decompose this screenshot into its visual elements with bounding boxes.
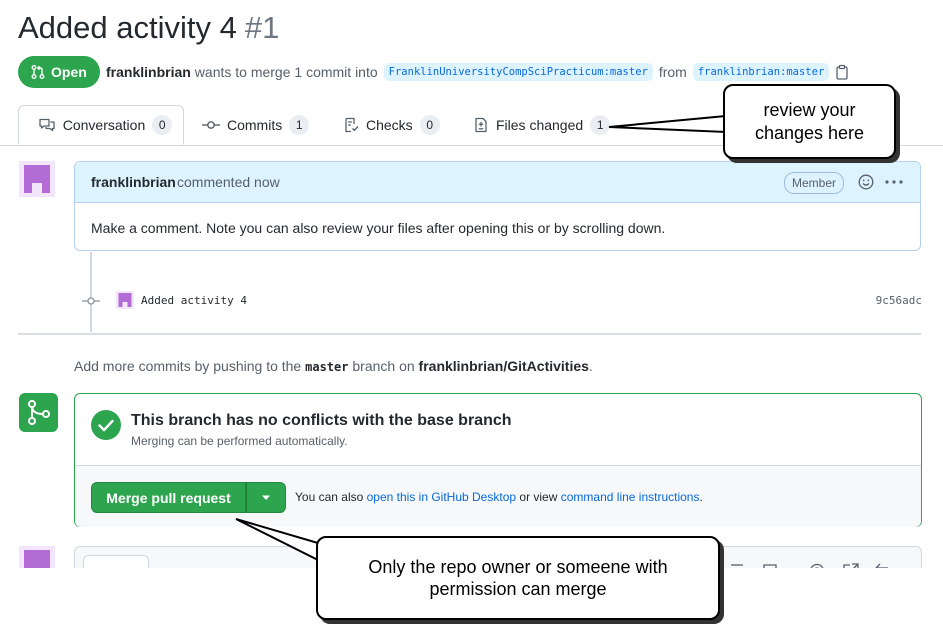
merge-pull-request-button[interactable]: Merge pull request xyxy=(91,482,246,513)
commit-avatar[interactable] xyxy=(116,291,134,309)
comment-timestamp: commented now xyxy=(177,174,280,190)
hint-branch: master xyxy=(305,360,349,374)
command-line-instructions-link[interactable]: command line instructions xyxy=(561,490,700,504)
pull-request-icon xyxy=(30,64,46,80)
git-commit-icon xyxy=(82,293,100,309)
tab-files-changed-count: 1 xyxy=(590,115,611,135)
tab-files-changed[interactable]: Files changed 1 xyxy=(473,105,611,145)
callout-merge-permission: Only the repo owner or someene with perm… xyxy=(316,536,720,620)
commit-sha[interactable]: 9c56adc xyxy=(876,294,922,307)
hint-suffix: . xyxy=(588,358,593,374)
comment-header: franklinbrian commented now Member xyxy=(75,162,920,203)
comment-author[interactable]: franklinbrian xyxy=(91,174,176,190)
commit-row: Added activity 4 9c56adc xyxy=(82,290,922,312)
avatar[interactable] xyxy=(19,161,55,197)
pr-number: #1 xyxy=(244,10,280,45)
hint-middle: branch on xyxy=(352,358,415,374)
callout-review-changes: review your changes here xyxy=(723,84,896,159)
comment-card: franklinbrian commented now Member Make … xyxy=(74,161,921,251)
merge-status-subtitle: Merging can be performed automatically. xyxy=(131,434,348,448)
commit-message[interactable]: Added activity 4 xyxy=(141,294,247,307)
pr-state-badge: Open xyxy=(18,56,100,88)
merge-alternatives: You can also open this in GitHub Desktop… xyxy=(295,490,703,504)
pr-meta: franklinbrian wants to merge 1 commit in… xyxy=(106,63,849,81)
pr-from-text: from xyxy=(658,64,687,80)
comment-discussion-icon xyxy=(38,117,56,133)
tab-checks-count: 0 xyxy=(419,115,440,135)
git-merge-icon xyxy=(28,400,50,425)
merge-status-title: This branch has no conflicts with the ba… xyxy=(131,412,512,429)
merge-alt-prefix: You can also xyxy=(295,490,364,504)
callout-review-text: review your changes here xyxy=(754,100,865,143)
merge-box: This branch has no conflicts with the ba… xyxy=(74,393,922,527)
pr-title-text: Added activity 4 xyxy=(18,10,237,45)
tab-commits-count: 1 xyxy=(289,115,310,135)
smiley-icon[interactable] xyxy=(858,174,874,190)
callout-merge-text: Only the repo owner or someene with perm… xyxy=(368,556,668,600)
merge-footer: Merge pull request You can also open thi… xyxy=(75,465,921,527)
triangle-down-icon xyxy=(261,495,271,501)
pr-author-link[interactable]: franklinbrian xyxy=(106,64,191,80)
tab-conversation-label: Conversation xyxy=(62,117,146,133)
comment-body: Make a comment. Note you can also review… xyxy=(91,220,666,236)
hint-repo[interactable]: franklinbrian/GitActivities xyxy=(419,358,589,374)
file-diff-icon xyxy=(473,117,489,133)
merge-method-dropdown[interactable] xyxy=(246,482,286,513)
git-commit-icon xyxy=(202,117,220,133)
base-branch-label[interactable]: FranklinUniversityCompSciPracticum:maste… xyxy=(383,63,653,81)
tab-commits[interactable]: Commits 1 xyxy=(202,105,310,145)
hint-prefix: Add more commits by pushing to the xyxy=(74,358,302,374)
copy-icon[interactable] xyxy=(835,64,849,80)
tab-checks-label: Checks xyxy=(366,117,413,133)
merge-status-icon xyxy=(19,393,58,432)
checklist-icon xyxy=(343,117,359,133)
open-github-desktop-link[interactable]: open this in GitHub Desktop xyxy=(367,490,516,504)
push-hint: Add more commits by pushing to the maste… xyxy=(74,358,593,374)
pr-merge-text: wants to merge 1 commit into xyxy=(194,64,378,80)
head-branch-label[interactable]: franklinbrian:master xyxy=(692,63,830,81)
merge-alt-middle: or view xyxy=(519,490,558,504)
tab-checks[interactable]: Checks 0 xyxy=(343,105,440,145)
pr-state-label: Open xyxy=(51,64,87,80)
merge-alt-suffix: . xyxy=(699,490,703,504)
tab-files-changed-label: Files changed xyxy=(496,117,584,133)
tab-conversation[interactable]: Conversation 0 xyxy=(18,105,184,145)
tab-conversation-count: 0 xyxy=(152,115,173,135)
member-badge: Member xyxy=(784,172,845,194)
pr-title: Added activity 4 #1 xyxy=(18,10,279,46)
kebab-horizontal-icon[interactable] xyxy=(885,180,903,184)
check-circle-icon xyxy=(91,410,121,440)
timeline-separator xyxy=(18,333,921,335)
tab-commits-label: Commits xyxy=(227,117,283,133)
